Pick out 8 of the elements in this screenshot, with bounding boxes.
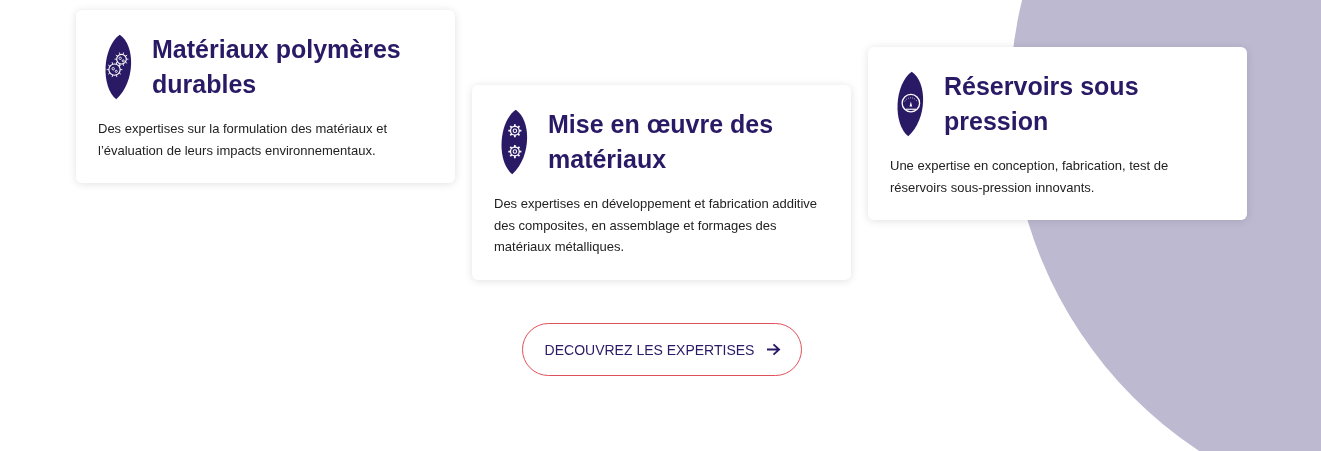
card-description: Des expertises en développement et fabrication additive des composites, en assemblage et formages des matériaux métalliques. [494, 195, 819, 256]
card-title: Matériaux polymères durables [152, 34, 402, 100]
arrow-icon [766, 343, 782, 356]
card-description: Des expertises sur la formulation des matériaux et l’évaluation de leurs impacts environnementaux. [98, 120, 388, 160]
card-title: Réservoirs sous pression [944, 71, 1140, 137]
discover-button[interactable]: DECOUVREZ LES EXPERTISES [521, 323, 803, 376]
card-description: Une expertise en conception, fabrication, test de réservoirs sous-pression innovants. [890, 157, 1170, 197]
card-title: Mise en œuvre des matériaux [548, 109, 775, 175]
